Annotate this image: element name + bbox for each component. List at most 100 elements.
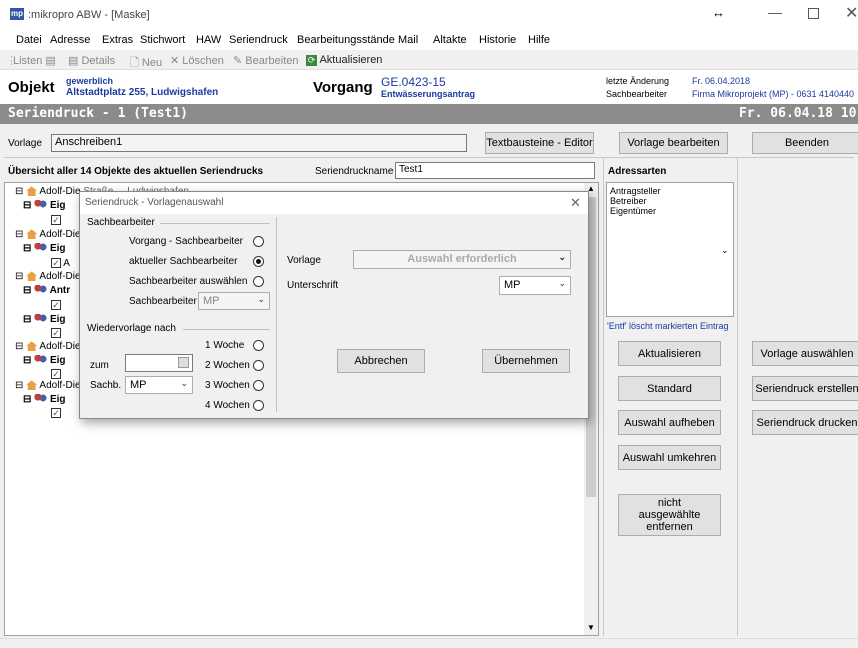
seriendruckname-field[interactable]: Test1 [395, 162, 595, 179]
dialog-title: Seriendruck - Vorlagenauswahl [85, 197, 224, 208]
radio-label-auswaehlen: Sachbearbeiter auswählen [129, 276, 248, 287]
adressarten-title: Adressarten [608, 166, 667, 177]
adressart-item[interactable]: Betreiber [610, 196, 647, 206]
menu-mail[interactable]: Mail [398, 34, 418, 46]
seriendruck-drucken-button[interactable]: Seriendruck drucken [752, 410, 858, 435]
wv-group-label: Wiedervorlage nach [87, 323, 176, 334]
uebernehmen-button[interactable]: Übernehmen [482, 349, 570, 373]
chevron-down-icon: ⌄ [558, 252, 566, 262]
menu-extras[interactable]: Extras [102, 34, 133, 46]
radio-3-wochen[interactable] [253, 380, 264, 391]
dialog-close-icon[interactable]: ✕ [570, 195, 581, 211]
textbausteine-editor-button[interactable]: Textbausteine - Editor [485, 132, 594, 154]
tree-checkbox[interactable]: ✓ [51, 328, 61, 338]
menu-adresse[interactable]: Adresse [50, 34, 90, 46]
auswahl-aufheben-button[interactable]: Auswahl aufheben [618, 410, 721, 435]
resize-arrows-icon[interactable]: ↔ [712, 5, 725, 20]
radio-vorgang-sachbearbeiter[interactable] [253, 236, 264, 247]
sachbearbeiter-select[interactable]: MP ⌄ [198, 292, 270, 310]
house-icon [26, 341, 38, 352]
radio-sachbearbeiter-auswaehlen[interactable] [253, 276, 264, 287]
tree-checkbox[interactable]: ✓ [51, 258, 61, 268]
nicht-ausgewaehlte-entfernen-button[interactable]: nicht ausgewählte entfernen [618, 494, 721, 536]
tree-check-row[interactable]: ✓ [51, 369, 61, 380]
tree-object-row[interactable]: ⊟ Adolf-Die [15, 341, 81, 352]
vorlage-auswaehlen-button[interactable]: Vorlage auswählen [752, 341, 858, 366]
radio-aktueller-sachbearbeiter[interactable] [253, 256, 264, 267]
tree-object-row[interactable]: ⊟ Adolf-Die [15, 271, 81, 282]
tree-checkbox[interactable]: ✓ [51, 369, 61, 379]
listen-button[interactable]: Listen ▤ [13, 54, 56, 67]
vorlage-field[interactable]: Anschreiben1 [51, 134, 467, 152]
tree-checkbox[interactable]: ✓ [51, 215, 61, 225]
vorlage-label: Vorlage [8, 138, 42, 149]
loeschen-button[interactable]: ✕ Löschen [170, 54, 224, 67]
unterschrift-label: Unterschrift [287, 280, 339, 291]
menu-bearbeitungsstaende[interactable]: Bearbeitungsstände [297, 34, 395, 46]
adressart-item[interactable]: Antragsteller [610, 186, 661, 196]
seriendruck-erstellen-button[interactable]: Seriendruck erstellen [752, 376, 858, 401]
tree-check-row[interactable]: ✓ [51, 215, 61, 226]
maximize-icon[interactable] [808, 8, 819, 19]
people-icon [34, 355, 48, 366]
menu-seriendruck[interactable]: Seriendruck [229, 34, 288, 46]
close-icon[interactable]: ✕ [845, 3, 858, 23]
abbrechen-button[interactable]: Abbrechen [337, 349, 425, 373]
house-icon [26, 186, 38, 197]
week-1-label: 1 Woche [205, 340, 245, 351]
tree-group-row[interactable]: ⊟ Eig [23, 314, 66, 325]
tree-object-row[interactable]: ⊟ Adolf-Die [15, 229, 81, 240]
tree-checkbox[interactable]: ✓ [51, 300, 61, 310]
chevron-down-icon: ⌄ [257, 294, 265, 304]
chevron-down-icon[interactable]: ⌄ [721, 245, 729, 256]
tree-check-row[interactable]: ✓ [51, 408, 61, 419]
tree-check-row[interactable]: ✓ A [51, 258, 70, 269]
details-button[interactable]: ▤ Details [68, 54, 115, 67]
seriendruck-banner: Seriendruck - 1 (Test1) Fr. 06.04.18 10:… [0, 104, 858, 124]
adressart-item[interactable]: Eigentümer [610, 206, 656, 216]
calendar-icon[interactable] [178, 357, 189, 368]
aktualisieren-button[interactable]: ⟳ Aktualisieren [306, 54, 382, 66]
vorlage-bearbeiten-button[interactable]: Vorlage bearbeiten [619, 132, 728, 154]
menu-haw[interactable]: HAW [196, 34, 221, 46]
sachb-label: Sachb. [90, 380, 122, 391]
chevron-down-icon: ⌄ [558, 278, 566, 288]
people-icon [34, 243, 48, 254]
tree-check-row[interactable]: ✓ [51, 328, 61, 339]
menu-stichwort[interactable]: Stichwort [140, 34, 185, 46]
menu-hilfe[interactable]: Hilfe [528, 34, 550, 46]
tree-group-row[interactable]: ⊟ Antr [23, 285, 70, 296]
dialog-vorlage-label: Vorlage [287, 255, 321, 266]
minimize-icon[interactable]: — [768, 4, 782, 20]
scroll-down-icon[interactable]: ▼ [587, 623, 595, 632]
zum-date-field[interactable] [125, 354, 193, 372]
beenden-button[interactable]: Beenden [752, 132, 858, 154]
menu-datei[interactable]: Datei [16, 34, 42, 46]
tree-group-row[interactable]: ⊟ Eig [23, 243, 66, 254]
people-icon [34, 200, 48, 211]
bearbeiten-button[interactable]: ✎ Bearbeiten [233, 54, 299, 67]
objekt-line2: Altstadtplatz 255, Ludwigshafen [66, 87, 219, 98]
aktualisieren-list-button[interactable]: Aktualisieren [618, 341, 721, 366]
standard-button[interactable]: Standard [618, 376, 721, 401]
tree-object-row[interactable]: ⊟ Adolf-Die [15, 380, 81, 391]
tree-group-row[interactable]: ⊟ Eig [23, 355, 66, 366]
menu-historie[interactable]: Historie [479, 34, 516, 46]
auswahl-umkehren-button[interactable]: Auswahl umkehren [618, 445, 721, 470]
info-bar: Objekt gewerblich Altstadtplatz 255, Lud… [0, 70, 858, 104]
tree-group-row[interactable]: ⊟ Eig [23, 394, 66, 405]
tree-checkbox[interactable]: ✓ [51, 408, 61, 418]
menu-altakte[interactable]: Altakte [433, 34, 467, 46]
tree-check-row[interactable]: ✓ [51, 300, 61, 311]
radio-4-wochen[interactable] [253, 400, 264, 411]
people-icon [34, 394, 48, 405]
week-2-label: 2 Wochen [205, 360, 250, 371]
toolbar: ⋮ Listen ▤ ▤ Details 🗋 Neu ✕ Löschen ✎ B… [0, 50, 858, 70]
radio-1-woche[interactable] [253, 340, 264, 351]
vorlage-select[interactable]: Auswahl erforderlich ⌄ [353, 250, 571, 269]
tree-group-row[interactable]: ⊟ Eig [23, 200, 66, 211]
radio-2-wochen[interactable] [253, 360, 264, 371]
sachb-select[interactable]: MP ⌄ [125, 376, 193, 394]
unterschrift-select[interactable]: MP ⌄ [499, 276, 571, 295]
adressarten-list[interactable]: Antragsteller Betreiber Eigentümer ⌄ [606, 182, 734, 317]
